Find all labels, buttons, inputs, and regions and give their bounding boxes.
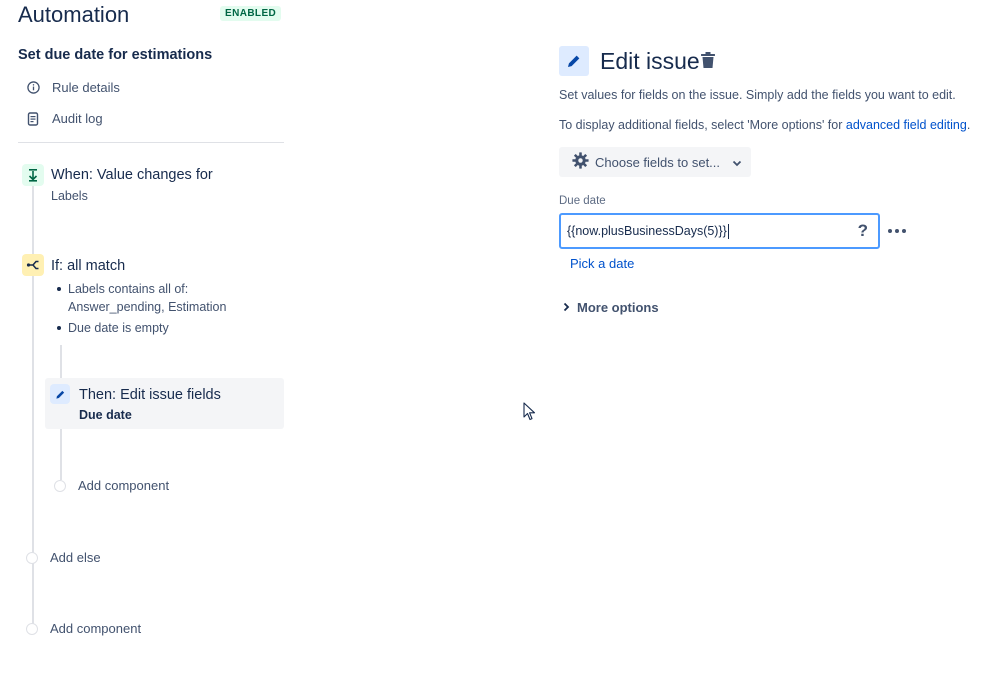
- pencil-icon: [559, 46, 589, 76]
- editor-advanced-hint: To display additional fields, select 'Mo…: [559, 118, 970, 132]
- trigger-title[interactable]: When: Value changes for: [51, 167, 213, 183]
- app-title: Automation: [18, 2, 130, 27]
- rule-details-label: Rule details: [52, 80, 120, 95]
- trash-icon[interactable]: [700, 52, 718, 70]
- add-node-icon: [26, 551, 38, 564]
- due-date-input[interactable]: {{now.plusBusinessDays(5)}} ?: [559, 213, 880, 249]
- add-else-label: Add else: [50, 550, 101, 565]
- trigger-icon: [22, 164, 44, 186]
- chevron-right-icon: [563, 300, 570, 315]
- mouse-cursor-icon: [523, 402, 536, 426]
- divider: [18, 142, 284, 143]
- rule-details-link[interactable]: Rule details: [26, 80, 120, 95]
- hint-prefix: To display additional fields, select 'Mo…: [559, 118, 846, 132]
- rule-name: Set due date for estimations: [18, 47, 213, 63]
- pick-a-date-link[interactable]: Pick a date: [570, 256, 634, 271]
- add-component-label: Add component: [50, 621, 142, 636]
- add-component-inner-button[interactable]: Add component: [54, 478, 169, 493]
- condition-item-text: Due date is empty: [68, 321, 169, 335]
- add-node-icon: [54, 479, 66, 492]
- help-icon[interactable]: ?: [858, 221, 868, 241]
- more-options-toggle[interactable]: More options: [563, 300, 659, 315]
- choose-fields-label: Choose fields to set...: [595, 154, 721, 170]
- text-caret: [727, 223, 729, 239]
- trigger-subtitle: Labels: [51, 189, 88, 203]
- advanced-field-editing-link[interactable]: advanced field editing: [846, 118, 967, 132]
- more-options-label: More options: [577, 300, 659, 315]
- condition-item-values: Answer_pending, Estimation: [68, 300, 227, 314]
- more-actions-icon[interactable]: [887, 223, 907, 239]
- pencil-icon: [50, 384, 70, 404]
- hint-suffix: .: [966, 118, 971, 132]
- due-date-value: {{now.plusBusinessDays(5)}}: [567, 224, 727, 238]
- status-badge: ENABLED: [220, 6, 282, 21]
- editor-title: Edit issue: [600, 48, 700, 74]
- document-icon: [26, 111, 40, 126]
- add-else-button[interactable]: Add else: [26, 550, 101, 565]
- chevron-down-icon: [732, 155, 742, 170]
- condition-item: Due date is empty: [56, 319, 226, 337]
- audit-log-label: Audit log: [52, 111, 103, 126]
- condition-list: Labels contains all of: Answer_pending, …: [56, 280, 226, 340]
- condition-item-text: Labels contains all of:: [68, 282, 189, 296]
- condition-title[interactable]: If: all match: [51, 258, 125, 274]
- add-node-icon: [26, 622, 38, 635]
- audit-log-link[interactable]: Audit log: [26, 111, 103, 126]
- editor-description: Set values for fields on the issue. Simp…: [559, 88, 956, 102]
- action-title[interactable]: Then: Edit issue fields: [79, 387, 221, 403]
- add-component-outer-button[interactable]: Add component: [26, 621, 141, 636]
- branch-icon: [22, 254, 44, 276]
- condition-item: Labels contains all of: Answer_pending, …: [56, 280, 226, 316]
- info-icon: [26, 81, 40, 95]
- choose-fields-button[interactable]: Choose fields to set...: [559, 147, 751, 177]
- add-component-label: Add component: [78, 478, 170, 493]
- gear-icon: [572, 152, 589, 172]
- due-date-label: Due date: [559, 195, 606, 207]
- action-subtitle: Due date: [79, 408, 132, 422]
